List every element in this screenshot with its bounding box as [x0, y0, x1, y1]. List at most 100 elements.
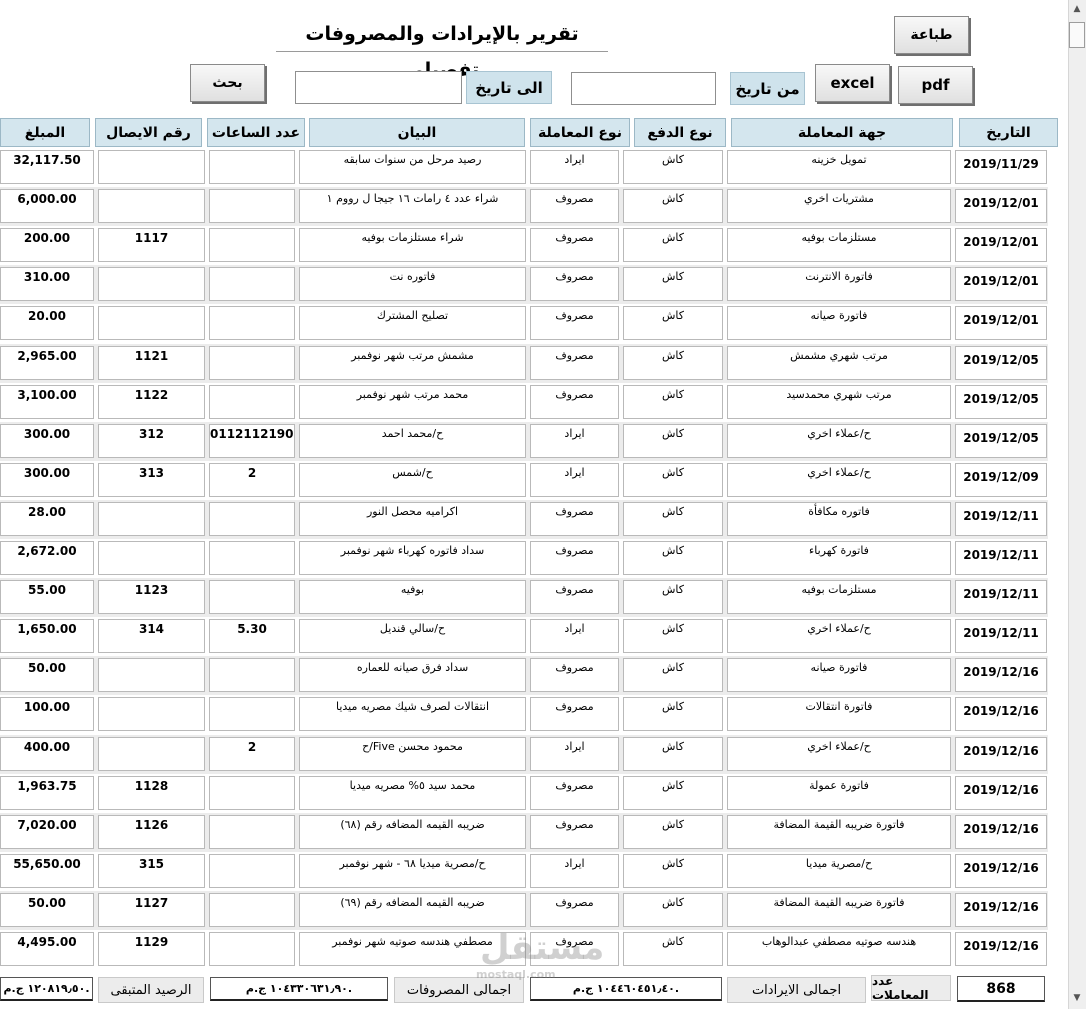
cell-amount: 32,117.50 [0, 150, 94, 184]
cell-payment-type: كاش [623, 384, 723, 419]
cell-date: 2019/12/16 [955, 736, 1047, 771]
table-row[interactable]: 2019/12/01 مستلزمات بوفيه كاش مصروف شراء مست… [0, 226, 1048, 265]
cell-receipt-no: 1128 [98, 775, 205, 810]
cell-party: ح/عملاء اخري [727, 736, 951, 771]
table-row[interactable]: 2019/12/11 مستلزمات بوفيه كاش مصروف بوفيه 112… [0, 578, 1048, 618]
cell-hours: 2 [209, 462, 295, 497]
col-header-date: التاريخ [959, 118, 1058, 147]
cell-receipt-no: 313 [98, 462, 205, 497]
cell-hours [209, 775, 295, 810]
cell-receipt-no: 1127 [98, 892, 205, 927]
cell-description: ح/محمد احمد [299, 423, 526, 458]
table-row[interactable]: 2019/12/11 ح/عملاء اخري كاش ايراد ح/سالي قند… [0, 617, 1048, 656]
cell-date: 2019/12/01 [955, 267, 1047, 302]
cell-description: اكراميه محصل النور [299, 501, 526, 536]
cell-description: بوفيه [299, 580, 526, 615]
cell-receipt-no [98, 501, 205, 536]
from-date-input[interactable] [571, 72, 716, 105]
cell-receipt-no [98, 697, 205, 732]
cell-hours [209, 150, 295, 184]
cell-amount: 310.00 [0, 267, 94, 302]
cell-date: 2019/12/11 [955, 501, 1047, 536]
cell-receipt-no [98, 267, 205, 302]
table-row[interactable]: 2019/12/01 فاتورة صيانه كاش مصروف تصليح المش… [0, 304, 1048, 343]
cell-amount: 6,000.00 [0, 189, 94, 224]
search-button[interactable]: بحث [190, 64, 265, 102]
cell-payment-type: كاش [623, 853, 723, 888]
table-row[interactable]: 2019/12/16 فاتورة ضريبه القيمة المضافة كاش… [0, 890, 1048, 930]
cell-receipt-no [98, 306, 205, 341]
table-row[interactable]: 2019/12/16 فاتورة ضريبه القيمة المضافة كاش… [0, 812, 1048, 852]
cell-date: 2019/12/09 [955, 462, 1047, 497]
table-row[interactable]: 2019/12/05 مرتب شهري مشمش كاش مصروف مشمش مرت… [0, 343, 1048, 383]
from-date-label: من تاريخ [730, 72, 805, 105]
cell-party: مستلزمات بوفيه [727, 228, 951, 263]
table-row[interactable]: 2019/12/16 ح/مصرية ميديا كاش ايراد ح/مصرية م… [0, 852, 1048, 891]
cell-description: محمد مرتب شهر نوفمبر [299, 384, 526, 419]
table-row[interactable]: 2019/12/01 فاتورة الانترنت كاش مصروف فاتوره … [0, 265, 1048, 305]
cell-amount: 28.00 [0, 501, 94, 536]
cell-receipt-no [98, 658, 205, 693]
excel-button[interactable]: excel [815, 64, 890, 102]
scrollbar-thumb[interactable] [1069, 22, 1085, 48]
table-row[interactable]: 2019/12/16 فاتورة صيانه كاش مصروف سداد فرق ص… [0, 656, 1048, 696]
total-expense-value: ١٠٤٣٣٠٦٣١٫٩٠ ج.م. [210, 977, 388, 1001]
cell-date: 2019/12/05 [955, 384, 1047, 419]
cell-party: فاتورة صيانه [727, 306, 951, 341]
print-button[interactable]: طباعة [894, 16, 969, 54]
scroll-up-icon[interactable]: ▲ [1068, 0, 1086, 18]
cell-description: شراء عدد ٤ رامات ١٦ جيجا ل رووم ١ [299, 189, 526, 224]
table-row[interactable]: 2019/11/29 تمويل خزينه كاش ايراد رصيد مرحل م… [0, 148, 1048, 187]
cell-party: فاتوره مكافأة [727, 501, 951, 536]
cell-party: مشتريات اخري [727, 189, 951, 224]
table-row[interactable]: 2019/12/01 مشتريات اخري كاش مصروف شراء عدد ٤… [0, 187, 1048, 227]
cell-party: فاتورة كهرباء [727, 541, 951, 575]
vertical-scrollbar[interactable] [1068, 0, 1086, 1009]
table-row[interactable]: 2019/12/09 ح/عملاء اخري كاش ايراد ح/شمس 2 313 3… [0, 461, 1048, 500]
cell-hours [209, 658, 295, 693]
table-row[interactable]: 2019/12/05 مرتب شهري محمدسيد كاش مصروف محمد … [0, 383, 1048, 422]
cell-date: 2019/12/11 [955, 541, 1047, 575]
table-row[interactable]: 2019/12/16 فاتورة انتقالات كاش مصروف انتقالا… [0, 695, 1048, 734]
cell-transaction-type: ايراد [530, 423, 619, 458]
table-row[interactable]: 2019/12/05 ح/عملاء اخري كاش ايراد ح/محمد احم… [0, 421, 1048, 461]
table-row[interactable]: 2019/12/11 فاتورة كهرباء كاش مصروف سداد فاتو… [0, 539, 1048, 578]
cell-party: فاتورة صيانه [727, 658, 951, 693]
cell-date: 2019/12/16 [955, 697, 1047, 732]
cell-date: 2019/11/29 [955, 150, 1047, 184]
cell-date: 2019/12/16 [955, 853, 1047, 888]
cell-party: ح/عملاء اخري [727, 619, 951, 654]
cell-transaction-type: مصروف [530, 306, 619, 341]
cell-party: هندسه صوتيه مصطفي عبدالوهاب [727, 932, 951, 966]
cell-date: 2019/12/01 [955, 189, 1047, 224]
cell-hours [209, 345, 295, 380]
cell-description: انتقالات لصرف شيك مصريه ميديا [299, 697, 526, 732]
cell-payment-type: كاش [623, 150, 723, 184]
cell-payment-type: كاش [623, 658, 723, 693]
table-row[interactable]: 2019/12/11 فاتوره مكافأة كاش مصروف اكراميه م… [0, 499, 1048, 539]
to-date-input[interactable] [295, 71, 462, 104]
cell-amount: 4,495.00 [0, 932, 94, 966]
cell-amount: 200.00 [0, 228, 94, 263]
cell-description: سداد فرق صيانه للعماره [299, 658, 526, 693]
cell-date: 2019/12/16 [955, 892, 1047, 927]
col-header-party: جهة المعاملة [731, 118, 953, 147]
cell-amount: 7,020.00 [0, 814, 94, 849]
cell-amount: 2,672.00 [0, 541, 94, 575]
cell-hours [209, 306, 295, 341]
cell-description: ح/Five محمود محسن [299, 736, 526, 771]
cell-receipt-no: 314 [98, 619, 205, 654]
table-row[interactable]: 2019/12/16 ح/عملاء اخري كاش ايراد ح/Five محم… [0, 734, 1048, 774]
cell-hours: 2 [209, 736, 295, 771]
cell-transaction-type: ايراد [530, 619, 619, 654]
cell-hours [209, 853, 295, 888]
cell-description: ضريبه القيمه المضافه رقم (٦٩) [299, 892, 526, 927]
cell-receipt-no: 1122 [98, 384, 205, 419]
cell-payment-type: كاش [623, 189, 723, 224]
pdf-button[interactable]: pdf [898, 66, 973, 104]
table-row[interactable]: 2019/12/16 فاتورة عمولة كاش مصروف محمد سيد ٥… [0, 774, 1048, 813]
cell-transaction-type: مصروف [530, 697, 619, 732]
col-header-payment-type: نوع الدفع [634, 118, 726, 147]
scroll-down-icon[interactable]: ▼ [1068, 989, 1086, 1007]
cell-party: فاتورة عمولة [727, 775, 951, 810]
